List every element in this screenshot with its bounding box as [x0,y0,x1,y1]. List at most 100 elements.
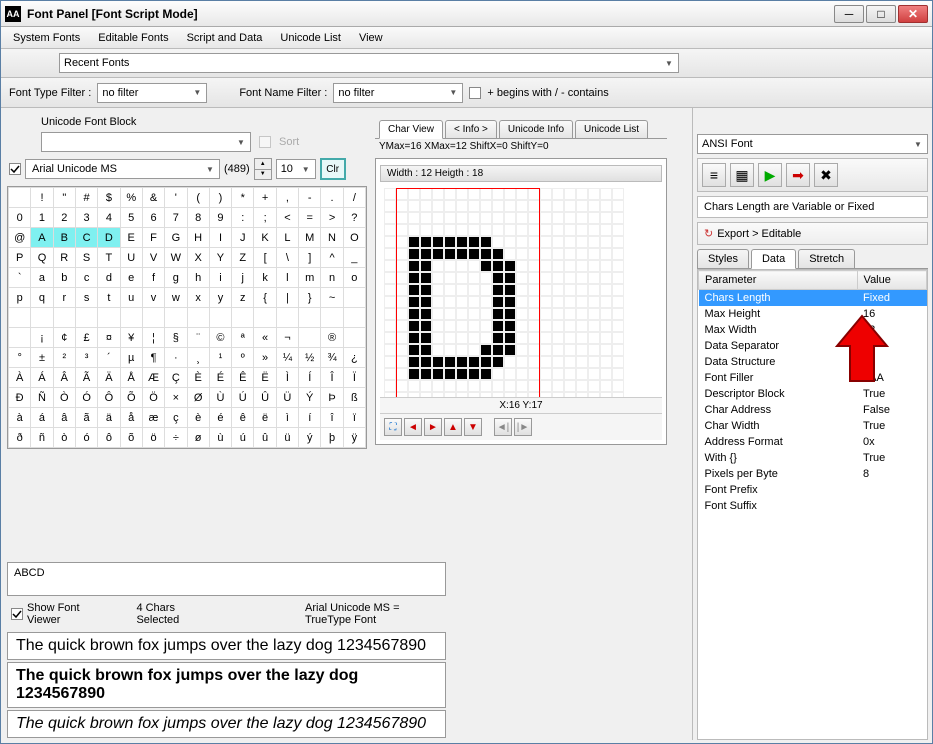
pixel[interactable] [564,260,576,272]
char-cell[interactable]: È [187,368,209,388]
char-cell[interactable]: p [9,288,31,308]
table-row[interactable]: Address Format0x [699,434,927,450]
char-cell[interactable]: Ö [142,388,164,408]
char-cell[interactable]: × [165,388,187,408]
char-cell[interactable]: ô [98,428,120,448]
pixel[interactable] [564,308,576,320]
char-cell[interactable]: Ý [299,388,321,408]
pixel[interactable] [408,332,420,344]
pixel[interactable] [504,356,516,368]
char-cell[interactable]: Æ [142,368,164,388]
pixel[interactable] [468,308,480,320]
pixel[interactable] [396,344,408,356]
pixel[interactable] [516,236,528,248]
pixel[interactable] [384,356,396,368]
char-cell[interactable] [165,308,187,328]
char-cell[interactable]: u [120,288,142,308]
pixel[interactable] [420,188,432,200]
char-cell[interactable]: í [299,408,321,428]
pixel[interactable] [516,248,528,260]
char-cell[interactable]: ­ [299,328,321,348]
menu-editable-fonts[interactable]: Editable Fonts [90,30,176,46]
pixel[interactable] [516,200,528,212]
pixel[interactable] [396,224,408,236]
pixel[interactable] [564,332,576,344]
maximize-button[interactable]: □ [866,5,896,23]
pixel[interactable] [612,200,624,212]
pixel[interactable] [456,272,468,284]
pixel[interactable] [396,284,408,296]
char-cell[interactable]: Ð [9,388,31,408]
pixel[interactable] [480,200,492,212]
pixel[interactable] [492,356,504,368]
char-cell[interactable]: ® [321,328,343,348]
pixel[interactable] [528,224,540,236]
pixel[interactable] [384,272,396,284]
pixel[interactable] [420,356,432,368]
pixel[interactable] [612,188,624,200]
pixel[interactable] [444,188,456,200]
pixel[interactable] [528,248,540,260]
char-cell[interactable]: ¸ [187,348,209,368]
list-icon[interactable]: ≡ [702,163,726,187]
char-cell[interactable]: 0 [9,208,31,228]
tab-stretch[interactable]: Stretch [798,249,855,268]
pixel[interactable] [504,272,516,284]
pixel[interactable] [432,320,444,332]
pixel[interactable] [552,248,564,260]
pixel[interactable] [588,368,600,380]
pixel[interactable] [576,224,588,236]
pixel[interactable] [528,344,540,356]
table-row[interactable]: Char AddressFalse [699,402,927,418]
pixel[interactable] [396,200,408,212]
pixel[interactable] [492,344,504,356]
char-cell[interactable]: N [321,228,343,248]
pixel[interactable] [528,392,540,397]
pixel[interactable] [576,344,588,356]
pixel[interactable] [600,224,612,236]
char-cell[interactable]: Ä [98,368,120,388]
pixel[interactable] [384,200,396,212]
char-cell[interactable] [53,308,75,328]
pixel[interactable] [480,368,492,380]
tab--info-[interactable]: < Info > [445,120,497,138]
pixel[interactable] [444,332,456,344]
pixel[interactable] [540,248,552,260]
char-cell[interactable]: À [9,368,31,388]
pixel[interactable] [468,188,480,200]
char-cell[interactable]: û [254,428,276,448]
pixel[interactable] [492,284,504,296]
char-cell[interactable]: + [254,188,276,208]
pixel[interactable] [612,248,624,260]
pixel[interactable] [444,200,456,212]
char-cell[interactable]: & [142,188,164,208]
char-cell[interactable] [120,308,142,328]
char-cell[interactable]: ï [343,408,365,428]
recent-fonts-select[interactable]: Recent Fonts ▼ [59,53,679,73]
pixel[interactable] [576,272,588,284]
pixel[interactable] [600,368,612,380]
pixel[interactable] [528,332,540,344]
pixel[interactable] [468,260,480,272]
menu-unicode-list[interactable]: Unicode List [272,30,349,46]
char-cell[interactable]: Á [31,368,53,388]
pixel[interactable] [540,272,552,284]
char-cell[interactable]: } [299,288,321,308]
pixel[interactable] [408,392,420,397]
pixel[interactable] [384,236,396,248]
pixel[interactable] [576,236,588,248]
pixel[interactable] [408,344,420,356]
pixel[interactable] [384,344,396,356]
pixel[interactable] [456,212,468,224]
pixel[interactable] [528,296,540,308]
char-cell[interactable]: x [187,288,209,308]
char-cell[interactable]: ò [53,428,75,448]
pixel[interactable] [408,356,420,368]
char-cell[interactable]: ê [232,408,254,428]
char-cell[interactable]: M [299,228,321,248]
pixel[interactable] [552,224,564,236]
pixel[interactable] [444,272,456,284]
pixel[interactable] [444,344,456,356]
char-cell[interactable]: i [209,268,231,288]
pixel[interactable] [420,248,432,260]
